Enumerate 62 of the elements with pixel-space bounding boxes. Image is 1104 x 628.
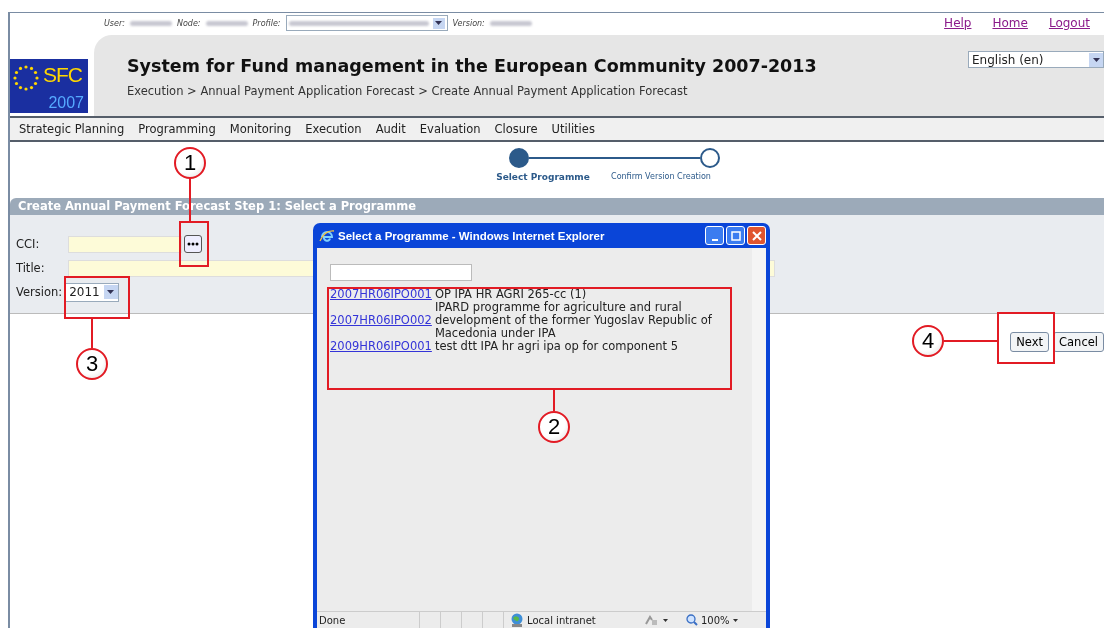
user-info-label: User: [104,18,125,28]
programme-name: test dtt IPA hr agri ipa op for component 5 [434,339,678,353]
scrollbar[interactable] [752,248,766,611]
caret-icon[interactable] [732,618,738,622]
caret-icon [1092,57,1100,62]
browser-icon [319,227,335,244]
menu-item[interactable]: Execution [305,122,362,136]
zone-label: Local intranet [527,614,596,626]
security-icon [644,614,658,626]
globe-icon [509,613,525,627]
language-dropdown[interactable]: English (en) [968,51,1104,68]
menu-item[interactable]: Closure [494,122,538,136]
menu-item[interactable]: Monitoring [229,122,292,136]
user-info-label: Profile: [252,18,281,28]
programme-code-link[interactable]: 2007HR06IPO001 [330,287,432,301]
zoom-level[interactable]: 100% [701,614,730,626]
menu-item[interactable]: Utilities [551,122,595,136]
header-link[interactable]: Logout [1048,16,1090,30]
step-label: Confirm Version Creation [611,172,711,181]
caret-icon [435,21,443,25]
user-info-label: Node: [176,18,201,28]
form-button[interactable]: Cancel [1053,332,1104,352]
header-link[interactable]: Help [944,16,972,30]
search-field[interactable] [330,264,472,281]
version-dropdown[interactable]: 2011 [65,282,119,302]
magnifier-icon [686,614,698,626]
menu-item[interactable]: Evaluation [419,122,481,136]
ellipsis-icon [187,242,199,246]
field-label: CCI: [16,237,41,251]
menu-item[interactable]: Programming [138,122,216,136]
caret-icon[interactable] [663,618,668,622]
maximize-button[interactable] [726,226,745,245]
cci-field[interactable] [68,235,182,253]
redacted-value [129,20,172,26]
menu-item[interactable]: Strategic Planning [19,122,125,136]
window-title: Select a Programme - Windows Internet Explorer [338,229,605,242]
redacted-value [489,20,532,26]
minimize-button[interactable] [705,226,724,245]
programme-code-link[interactable]: 2009HR06IPO001 [330,339,432,353]
close-button[interactable] [747,226,766,245]
field-label: Title: [16,261,46,275]
profile-dropdown[interactable] [285,15,448,31]
step-label: Select Programme [496,172,590,182]
sfc-logo: SFC 2007 [10,59,88,113]
app-title: System for Fund management in the European Community 2007-2013 [127,56,817,76]
redacted-value [205,20,248,26]
close-icon [751,230,762,241]
callout-number: 1 [174,147,206,179]
breadcrumb: Execution > Annual Payment Application Forecast > Create Annual Payment Application Forecast [127,84,689,98]
header-link[interactable]: Home [992,16,1028,30]
menu-item[interactable]: Audit [375,122,406,136]
maximize-icon [730,230,741,241]
lookup-button[interactable] [184,235,202,253]
callout-number: 4 [912,325,944,357]
field-label: Version: [16,285,63,299]
status-text: Done [318,614,347,626]
caret-icon [107,290,115,294]
minimize-icon [711,238,718,241]
callout-number: 3 [76,348,108,380]
form-button[interactable]: Next [1010,332,1050,352]
user-info-label: Version: [452,18,485,28]
programme-code-link[interactable]: 2007HR06IPO002 [330,313,432,327]
